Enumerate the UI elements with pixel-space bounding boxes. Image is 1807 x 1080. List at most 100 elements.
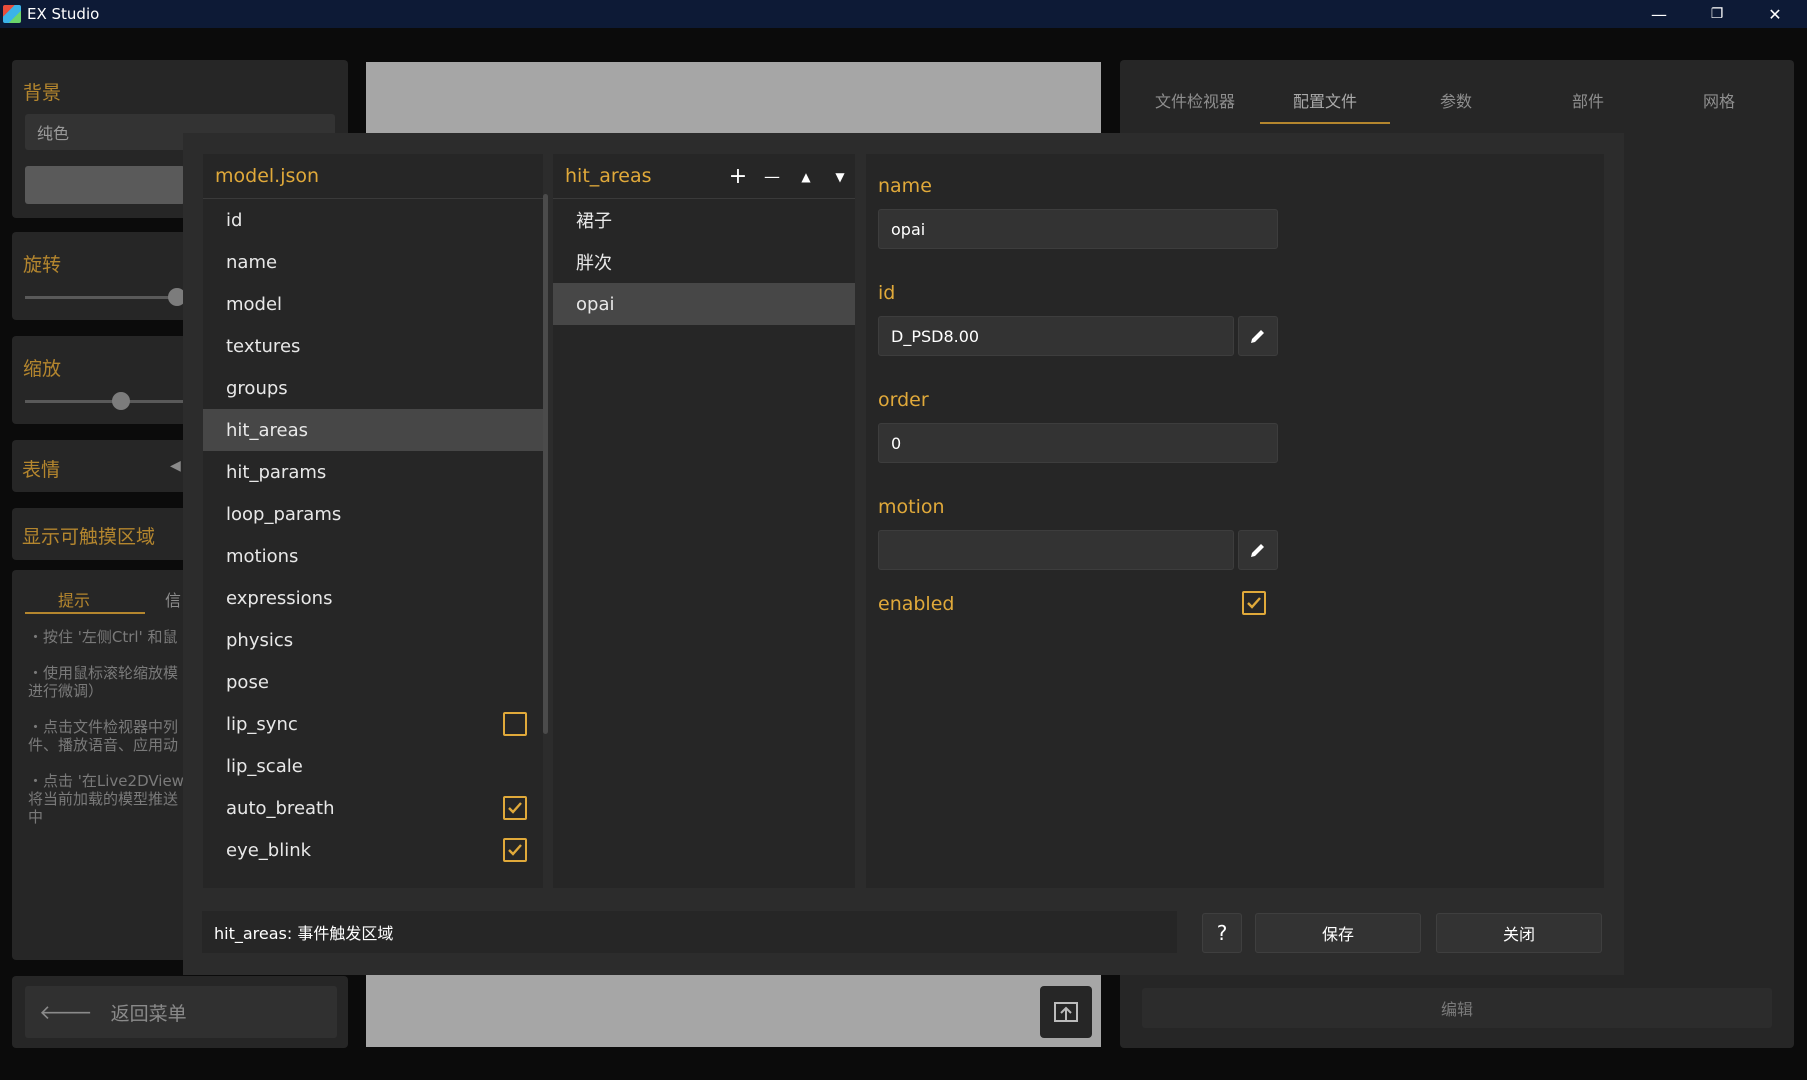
file-keys-header: model.json	[203, 154, 543, 199]
file-key-item[interactable]: lip_sync	[203, 703, 543, 745]
tip-3: ・点击文件检视器中列 件、播放语音、应用动	[28, 718, 179, 754]
export-icon	[1054, 1002, 1078, 1022]
tip-2: ・使用鼠标滚轮缩放模 进行微调）	[28, 664, 179, 700]
id-label: id	[878, 282, 896, 304]
name-label: name	[878, 175, 932, 197]
move-up-button[interactable]: ▲	[791, 154, 821, 199]
triangle-down-icon: ▼	[835, 169, 845, 184]
file-key-item[interactable]: physics	[203, 619, 543, 661]
hit-area-item[interactable]: 裙子	[553, 199, 855, 241]
file-keys-column: model.json id name model textures groups hit_…	[203, 154, 548, 888]
file-key-checkbox[interactable]	[503, 796, 527, 820]
file-key-label: hit_params	[226, 461, 327, 483]
file-key-item[interactable]: id	[203, 199, 543, 241]
file-key-item[interactable]: hit_areas	[203, 409, 543, 451]
file-key-label: id	[226, 209, 243, 231]
minimize-button[interactable]: —	[1630, 0, 1688, 28]
remove-area-button[interactable]: —	[757, 154, 787, 199]
tab-mesh[interactable]: 网格	[1703, 88, 1735, 112]
file-key-label: lip_scale	[226, 755, 303, 777]
save-button[interactable]: 保存	[1255, 913, 1421, 953]
move-down-button[interactable]: ▼	[825, 154, 855, 199]
triangle-up-icon: ▲	[801, 169, 811, 184]
pencil-icon	[1251, 544, 1264, 557]
app-logo-icon	[3, 5, 21, 23]
file-key-item[interactable]: model	[203, 283, 543, 325]
file-key-checkbox[interactable]	[503, 712, 527, 736]
tip-4: ・点击 '在Live2DView 将当前加载的模型推送 中	[28, 772, 184, 826]
file-key-item[interactable]: expressions	[203, 577, 543, 619]
properties-column: name opai id D_PSD8.00 order 0 motion en…	[866, 154, 1467, 888]
rotate-slider[interactable]	[25, 296, 185, 299]
tab-tips[interactable]: 提示	[58, 587, 90, 611]
hit-area-item[interactable]: opai	[553, 283, 855, 325]
pencil-icon	[1251, 330, 1264, 343]
show-hit-label: 显示可触摸区域	[22, 526, 156, 548]
file-key-item[interactable]: name	[203, 241, 543, 283]
motion-edit-button[interactable]	[1238, 530, 1278, 570]
file-key-item[interactable]: motions	[203, 535, 543, 577]
file-key-item[interactable]: groups	[203, 367, 543, 409]
active-tab-indicator	[25, 612, 145, 614]
color-button[interactable]	[25, 166, 185, 204]
add-area-button[interactable]: +	[723, 154, 753, 199]
close-window-button[interactable]: ✕	[1746, 0, 1804, 28]
file-key-item[interactable]: auto_breath	[203, 787, 543, 829]
name-input[interactable]: opai	[878, 209, 1278, 249]
config-editor-dialog: model.json id name model textures groups hit_…	[183, 133, 1624, 975]
maximize-button[interactable]: ❐	[1688, 0, 1746, 28]
enabled-label: enabled	[878, 593, 955, 615]
plus-icon: +	[728, 164, 748, 189]
scale-slider-knob[interactable]	[112, 392, 130, 410]
tab-info[interactable]: 信	[165, 587, 181, 611]
motion-input[interactable]	[878, 530, 1234, 570]
tab-params[interactable]: 参数	[1440, 88, 1472, 112]
restore-icon: ❐	[1710, 6, 1724, 22]
hit-areas-title: hit_areas	[565, 165, 652, 187]
check-icon	[1247, 597, 1261, 609]
order-input[interactable]: 0	[878, 423, 1278, 463]
file-key-item[interactable]: eye_blink	[203, 829, 543, 871]
file-keys-list: id name model textures groups hit_areas hit_pa…	[203, 199, 543, 871]
id-input[interactable]: D_PSD8.00	[878, 316, 1234, 356]
order-label: order	[878, 389, 929, 411]
tab-file-inspector[interactable]: 文件检视器	[1155, 88, 1235, 112]
minimize-icon: —	[1651, 4, 1667, 24]
file-key-item[interactable]: lip_scale	[203, 745, 543, 787]
back-menu-button[interactable]: 🡐 返回菜单	[25, 986, 337, 1038]
arrow-left-icon: 🡐	[39, 1000, 93, 1024]
id-edit-button[interactable]	[1238, 316, 1278, 356]
close-dialog-button[interactable]: 关闭	[1436, 913, 1602, 953]
tab-parts[interactable]: 部件	[1572, 88, 1604, 112]
help-button[interactable]: ?	[1202, 913, 1242, 953]
back-menu-label: 返回菜单	[110, 1002, 187, 1025]
hit-area-item[interactable]: 胖次	[553, 241, 855, 283]
file-key-label: lip_sync	[226, 713, 298, 735]
tab-config-file[interactable]: 配置文件	[1293, 88, 1357, 112]
file-key-item[interactable]: hit_params	[203, 451, 543, 493]
file-key-item[interactable]: textures	[203, 325, 543, 367]
enabled-checkbox[interactable]	[1242, 591, 1266, 615]
file-key-checkbox[interactable]	[503, 838, 527, 862]
file-key-label: expressions	[226, 587, 333, 609]
tip-1: ・按住 '左侧Ctrl' 和鼠	[28, 628, 178, 646]
file-key-label: groups	[226, 377, 288, 399]
app-title: EX Studio	[27, 5, 100, 23]
hit-areas-column: hit_areas + — ▲ ▼ 裙子胖次 opai	[553, 154, 855, 888]
scale-slider[interactable]	[25, 400, 185, 403]
file-keys-scrollbar[interactable]	[543, 194, 548, 734]
file-key-item[interactable]: pose	[203, 661, 543, 703]
chevron-left-icon: ◀	[170, 458, 181, 474]
file-key-label: pose	[226, 671, 269, 693]
edit-button[interactable]: 编辑	[1142, 988, 1772, 1028]
export-button[interactable]	[1040, 986, 1092, 1038]
file-key-label: loop_params	[226, 503, 342, 525]
close-icon: ✕	[1768, 4, 1782, 24]
file-key-label: textures	[226, 335, 301, 357]
check-icon	[508, 802, 522, 814]
motion-label: motion	[878, 496, 945, 518]
file-key-item[interactable]: loop_params	[203, 493, 543, 535]
hit-area-label: 裙子	[576, 211, 612, 232]
hit-area-label: opai	[576, 293, 615, 315]
file-key-label: eye_blink	[226, 839, 312, 861]
